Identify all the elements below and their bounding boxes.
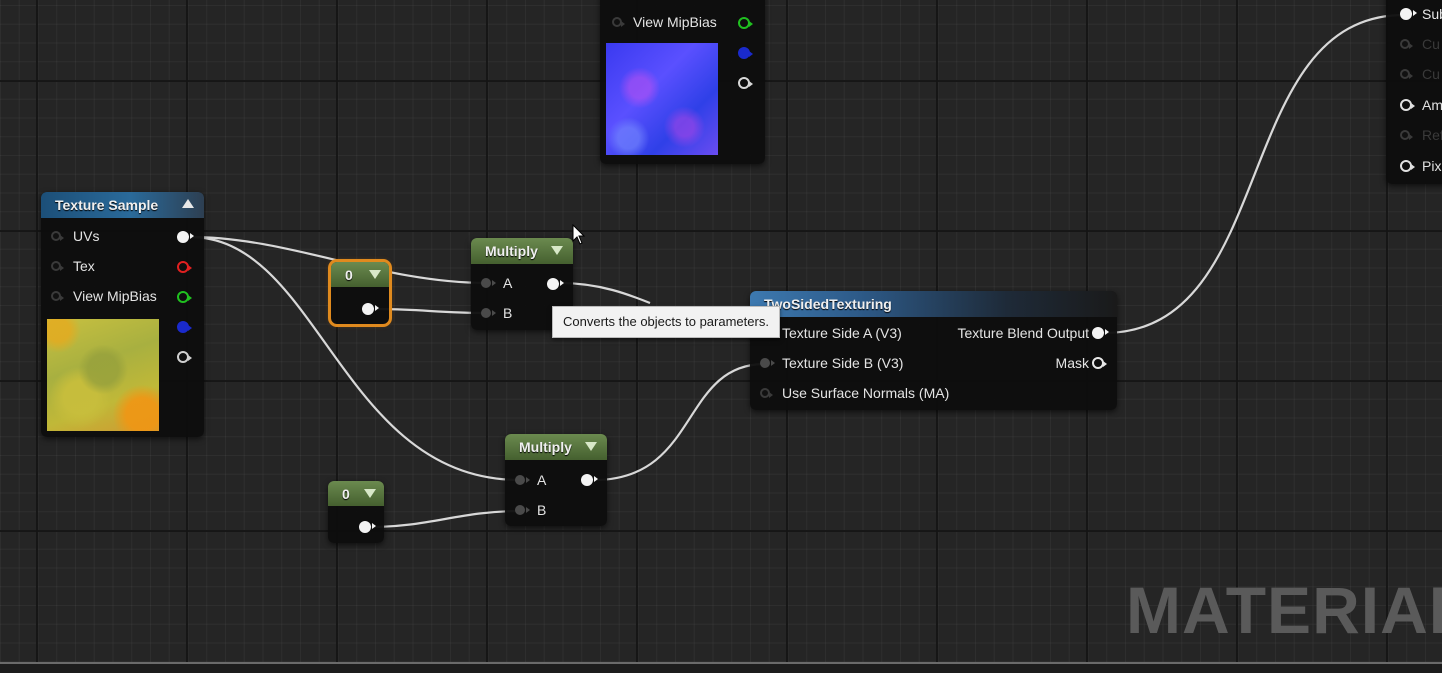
pin-label: Am	[1422, 97, 1442, 113]
pin-in-icon[interactable]	[760, 388, 773, 398]
output-r-pin-icon[interactable]	[177, 261, 192, 273]
output-mask[interactable]: Mask	[1056, 353, 1089, 373]
pin-label: B	[537, 502, 547, 518]
constant-value[interactable]: 0	[342, 486, 350, 502]
collapse-arrow-icon[interactable]	[182, 199, 194, 208]
node-title: Texture Sample	[55, 197, 159, 213]
pin-in-icon[interactable]	[481, 278, 496, 288]
output-pin-icon[interactable]	[581, 474, 598, 486]
two-sided-texturing-node[interactable]: TwoSidedTexturing Texture Side A (V3) Te…	[750, 291, 1117, 410]
pin-label: Ref	[1422, 127, 1442, 143]
pin-in-icon[interactable]	[51, 231, 64, 241]
pin-label: UVs	[73, 228, 100, 244]
material-watermark: MATERIAL	[1126, 573, 1442, 647]
pin-in-icon[interactable]	[51, 291, 64, 301]
pin-in-icon[interactable]	[612, 17, 625, 27]
collapse-arrow-icon[interactable]	[369, 270, 381, 279]
normal-map-texture-preview	[606, 43, 718, 155]
pin-in-icon[interactable]	[760, 358, 775, 368]
constant-node-1[interactable]: 0	[328, 259, 392, 327]
output-mask-pin-icon[interactable]	[1092, 357, 1107, 369]
foliage-texture-preview	[47, 319, 159, 431]
output-a-pin-icon[interactable]	[177, 351, 192, 363]
pin-label: Texture Side A (V3)	[782, 325, 902, 341]
texture-sample-node[interactable]: Texture Sample UVs Tex View MipBias	[41, 192, 204, 437]
pin-label: Texture Side B (V3)	[782, 355, 904, 371]
constant-value[interactable]: 0	[345, 267, 353, 283]
pin-in-icon[interactable]	[1400, 69, 1413, 79]
pin-in-icon[interactable]	[1400, 8, 1417, 20]
collapse-arrow-icon[interactable]	[364, 489, 376, 498]
pin-in-icon[interactable]	[1400, 160, 1415, 172]
node-title: Multiply	[485, 243, 538, 259]
pin-label: Mask	[1055, 355, 1089, 371]
pin-in-icon[interactable]	[515, 475, 530, 485]
pin-label: View MipBias	[73, 288, 157, 304]
constant-node-2[interactable]: 0	[328, 481, 384, 543]
pin-label: Texture Blend Output	[957, 325, 1089, 341]
output-b-pin-icon[interactable]	[738, 47, 753, 59]
output-a-pin-icon[interactable]	[738, 77, 753, 89]
output-texture-blend[interactable]: Texture Blend Output	[957, 323, 1089, 343]
pin-label: View MipBias	[633, 14, 717, 30]
pin-label: Sub	[1422, 6, 1442, 22]
output-pin-icon[interactable]	[547, 278, 564, 290]
texture-sample-node-top[interactable]: View MipBias	[600, 0, 765, 164]
tooltip-text: Converts the objects to parameters.	[563, 314, 769, 329]
node-header[interactable]: Multiply	[505, 434, 607, 460]
node-header[interactable]: 0	[331, 262, 389, 287]
pin-label: A	[503, 275, 513, 291]
graph-bottom-border	[0, 662, 1442, 673]
pin-label: Use Surface Normals (MA)	[782, 385, 950, 401]
multiply-node-2[interactable]: Multiply A B	[505, 434, 607, 526]
pin-label: Pix	[1422, 158, 1442, 174]
node-header[interactable]: TwoSidedTexturing	[750, 291, 1117, 317]
pin-label: B	[503, 305, 513, 321]
pin-label: Cu	[1422, 36, 1440, 52]
output-pin-icon[interactable]	[359, 521, 376, 533]
collapse-arrow-icon[interactable]	[551, 246, 563, 255]
output-pin-icon[interactable]	[362, 303, 379, 315]
node-header[interactable]: 0	[328, 481, 384, 506]
pin-label: Tex	[73, 258, 95, 274]
pin-in-icon[interactable]	[1400, 99, 1415, 111]
output-rgb-pin-icon[interactable]	[177, 231, 194, 243]
tooltip: Converts the objects to parameters.	[552, 306, 780, 338]
pin-in-icon[interactable]	[1400, 130, 1413, 140]
pin-in-icon[interactable]	[1400, 39, 1413, 49]
node-title: TwoSidedTexturing	[764, 296, 892, 312]
pin-in-icon[interactable]	[515, 505, 530, 515]
pin-in-icon[interactable]	[481, 308, 496, 318]
node-header[interactable]: Multiply	[471, 238, 573, 264]
node-title: Multiply	[519, 439, 572, 455]
pin-in-icon[interactable]	[51, 261, 64, 271]
mouse-cursor-icon	[572, 224, 586, 245]
collapse-arrow-icon[interactable]	[585, 442, 597, 451]
pin-label: A	[537, 472, 547, 488]
material-result-node[interactable]: Sub Cu Cu Am Ref Pix	[1386, 0, 1442, 184]
output-g-pin-icon[interactable]	[177, 291, 192, 303]
output-b-pin-icon[interactable]	[177, 321, 192, 333]
output-g-pin-icon[interactable]	[738, 17, 753, 29]
pin-label: Cu	[1422, 66, 1440, 82]
output-texture-blend-pin-icon[interactable]	[1092, 327, 1109, 339]
node-header[interactable]: Texture Sample	[41, 192, 204, 218]
